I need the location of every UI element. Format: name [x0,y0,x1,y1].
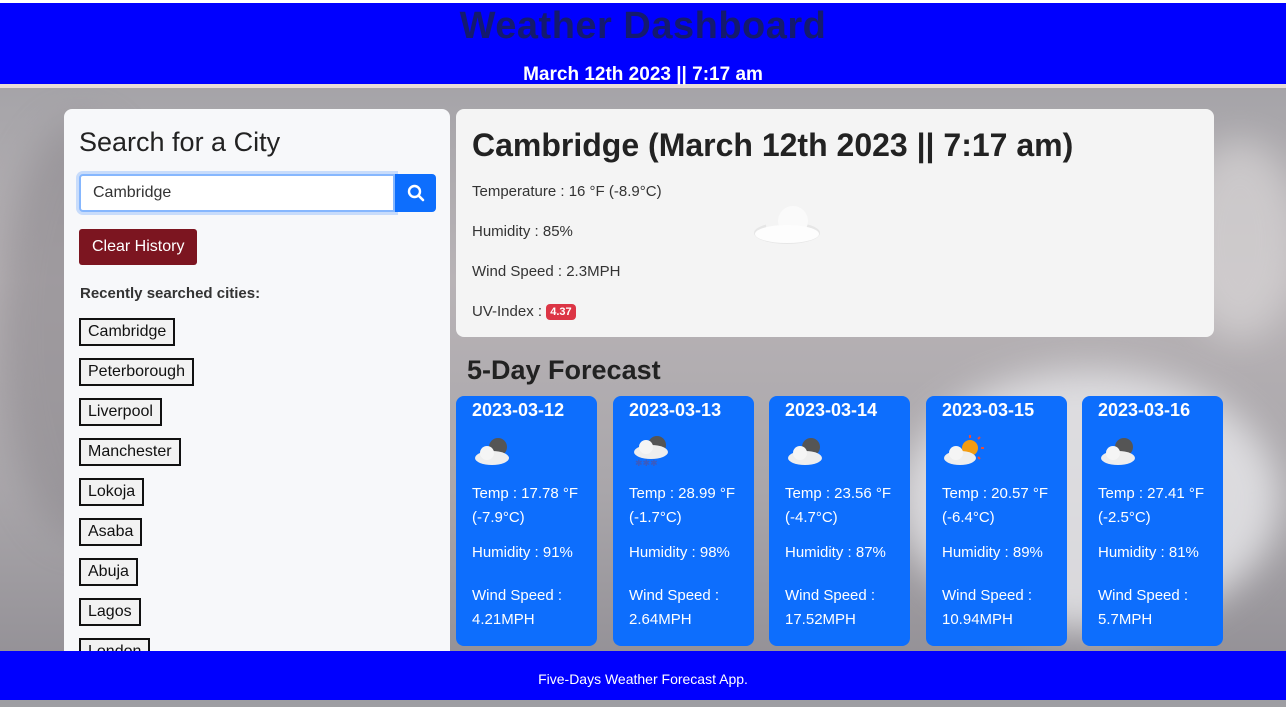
forecast-temp: Temp : 17.78 °F (-7.9°C) [472,485,579,526]
snow-icon: ✱✱✱ [634,436,668,468]
search-panel: Search for a City Clear History Recently… [64,109,450,669]
forecast-date: 2023-03-12 [472,400,565,420]
forecast-humidity: Humidity : 98% [629,544,730,561]
forecast-temp: Temp : 28.99 °F (-1.7°C) [629,485,736,526]
forecast-wind: Wind Speed : 2.64MPH [629,587,720,628]
search-heading: Search for a City [79,127,281,157]
cloud-icon [475,438,509,465]
search-row [79,174,436,212]
uv-label: UV-Index : [472,303,543,320]
cloud-icon [1101,438,1135,465]
forecast-card: 2023-03-13 ✱✱✱ Temp : 28.99 °F (-1.7°C) … [613,396,754,646]
search-icon [407,184,424,202]
current-temperature: Temperature : 16 °F (-8.9°C) [472,183,662,200]
forecast-wind: Wind Speed : 4.21MPH [472,587,563,628]
city-button-manchester[interactable]: Manchester [79,438,181,466]
city-button-liverpool[interactable]: Liverpool [79,398,162,426]
current-weather-card: Cambridge (March 12th 2023 || 7:17 am) T… [456,109,1214,337]
search-input[interactable] [79,174,395,212]
recent-cities-label: Recently searched cities: [80,285,261,302]
forecast-date: 2023-03-15 [942,400,1035,420]
forecast-humidity: Humidity : 89% [942,544,1043,561]
city-button-lagos[interactable]: Lagos [79,598,141,626]
forecast-date: 2023-03-13 [629,400,722,420]
city-button-asaba[interactable]: Asaba [79,518,143,546]
forecast-card: 2023-03-16 Temp : 27.41 °F (-2.5°C) Humi… [1082,396,1223,646]
clear-history-button[interactable]: Clear History [79,229,198,265]
forecast-card: 2023-03-15 Temp : 20.57 °F (-6.4°C) Humi… [926,396,1067,646]
forecast-temp: Temp : 20.57 °F (-6.4°C) [942,485,1049,526]
partly-cloudy-icon [944,435,984,465]
header-datetime: March 12th 2023 || 7:17 am [523,64,763,85]
forecast-wind: Wind Speed : 5.7MPH [1098,587,1189,628]
city-button-peterborough[interactable]: Peterborough [79,358,194,386]
city-button-abuja[interactable]: Abuja [79,558,138,586]
forecast-date: 2023-03-16 [1098,400,1191,420]
forecast-title: 5-Day Forecast [467,355,661,385]
forecast-card: 2023-03-14 Temp : 23.56 °F (-4.7°C) Humi… [769,396,910,646]
forecast-wind: Wind Speed : 17.52MPH [785,587,876,628]
forecast-temp: Temp : 23.56 °F (-4.7°C) [785,485,892,526]
forecast-card: 2023-03-12 Temp : 17.78 °F (-7.9°C) Humi… [456,396,597,646]
page-title: Weather Dashboard [459,5,827,47]
forecast-temp: Temp : 27.41 °F (-2.5°C) [1098,485,1205,526]
page-footer: Five-Days Weather Forecast App. [0,651,1286,700]
city-button-lokoja[interactable]: Lokoja [79,478,145,506]
current-humidity: Humidity : 85% [472,223,573,240]
current-wind: Wind Speed : 2.3MPH [472,263,621,280]
forecast-humidity: Humidity : 87% [785,544,886,561]
svg-text:✱✱✱: ✱✱✱ [635,459,658,468]
forecast-humidity: Humidity : 91% [472,544,573,561]
cloud-icon [788,438,822,465]
city-button-cambridge[interactable]: Cambridge [79,318,176,346]
uv-badge: 4.37 [546,304,576,320]
forecast-humidity: Humidity : 81% [1098,544,1199,561]
forecast-date: 2023-03-14 [785,400,878,420]
current-city-heading: Cambridge (March 12th 2023 || 7:17 am) [472,127,1074,163]
current-uv: UV-Index : 4.37 [472,303,576,320]
recent-cities-list: Cambridge Peterborough Liverpool Manches… [79,318,194,669]
forecast-wind: Wind Speed : 10.94MPH [942,587,1033,628]
page-header: Weather Dashboard March 12th 2023 || 7:1… [0,0,1286,88]
search-button[interactable] [395,174,436,212]
cloud-icon [754,206,820,244]
footer-text: Five-Days Weather Forecast App. [538,671,748,687]
